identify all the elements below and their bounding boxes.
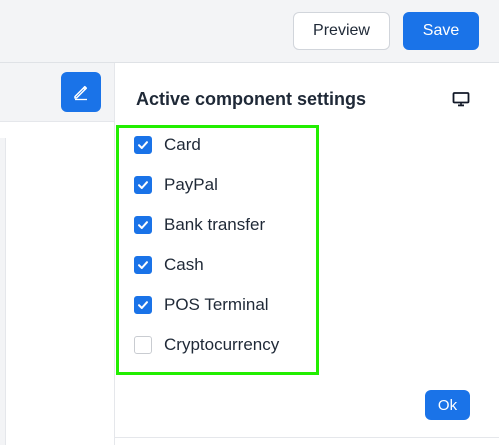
paypal-checkbox[interactable] — [134, 176, 152, 194]
left-panel — [0, 63, 114, 445]
settings-panel: Active component settings Card PayPal Ba… — [114, 63, 499, 445]
card-checkbox[interactable] — [134, 136, 152, 154]
option-label: PayPal — [164, 175, 218, 194]
edit-button[interactable] — [61, 72, 101, 112]
option-label: Cryptocurrency — [164, 335, 280, 354]
option-cash[interactable]: Cash — [134, 254, 204, 276]
checkmark-icon — [138, 221, 148, 229]
pencil-icon — [74, 85, 88, 101]
option-label: Card — [164, 135, 201, 154]
checkmark-icon — [138, 141, 148, 149]
top-toolbar: Preview Save — [0, 0, 499, 63]
option-label: Bank transfer — [164, 215, 266, 234]
pos-terminal-checkbox[interactable] — [134, 296, 152, 314]
ok-button[interactable]: Ok — [425, 390, 470, 420]
checkmark-icon — [138, 301, 148, 309]
left-panel-header — [0, 63, 114, 122]
save-button[interactable]: Save — [403, 12, 479, 50]
left-panel-divider — [0, 138, 6, 445]
preview-button[interactable]: Preview — [293, 12, 390, 50]
bank-transfer-checkbox[interactable] — [134, 216, 152, 234]
option-paypal[interactable]: PayPal — [134, 174, 218, 196]
option-label: POS Terminal — [164, 295, 269, 314]
monitor-icon[interactable] — [452, 90, 470, 108]
checkmark-icon — [138, 181, 148, 189]
option-pos-terminal[interactable]: POS Terminal — [134, 294, 269, 316]
option-card[interactable]: Card — [134, 134, 201, 156]
option-cryptocurrency[interactable]: Cryptocurrency — [134, 334, 279, 356]
left-panel-body — [0, 122, 114, 445]
option-bank-transfer[interactable]: Bank transfer — [134, 214, 265, 236]
panel-divider — [115, 437, 499, 438]
cryptocurrency-checkbox[interactable] — [134, 336, 152, 354]
settings-title: Active component settings — [136, 89, 367, 109]
option-label: Cash — [164, 255, 204, 274]
cash-checkbox[interactable] — [134, 256, 152, 274]
checkmark-icon — [138, 261, 148, 269]
